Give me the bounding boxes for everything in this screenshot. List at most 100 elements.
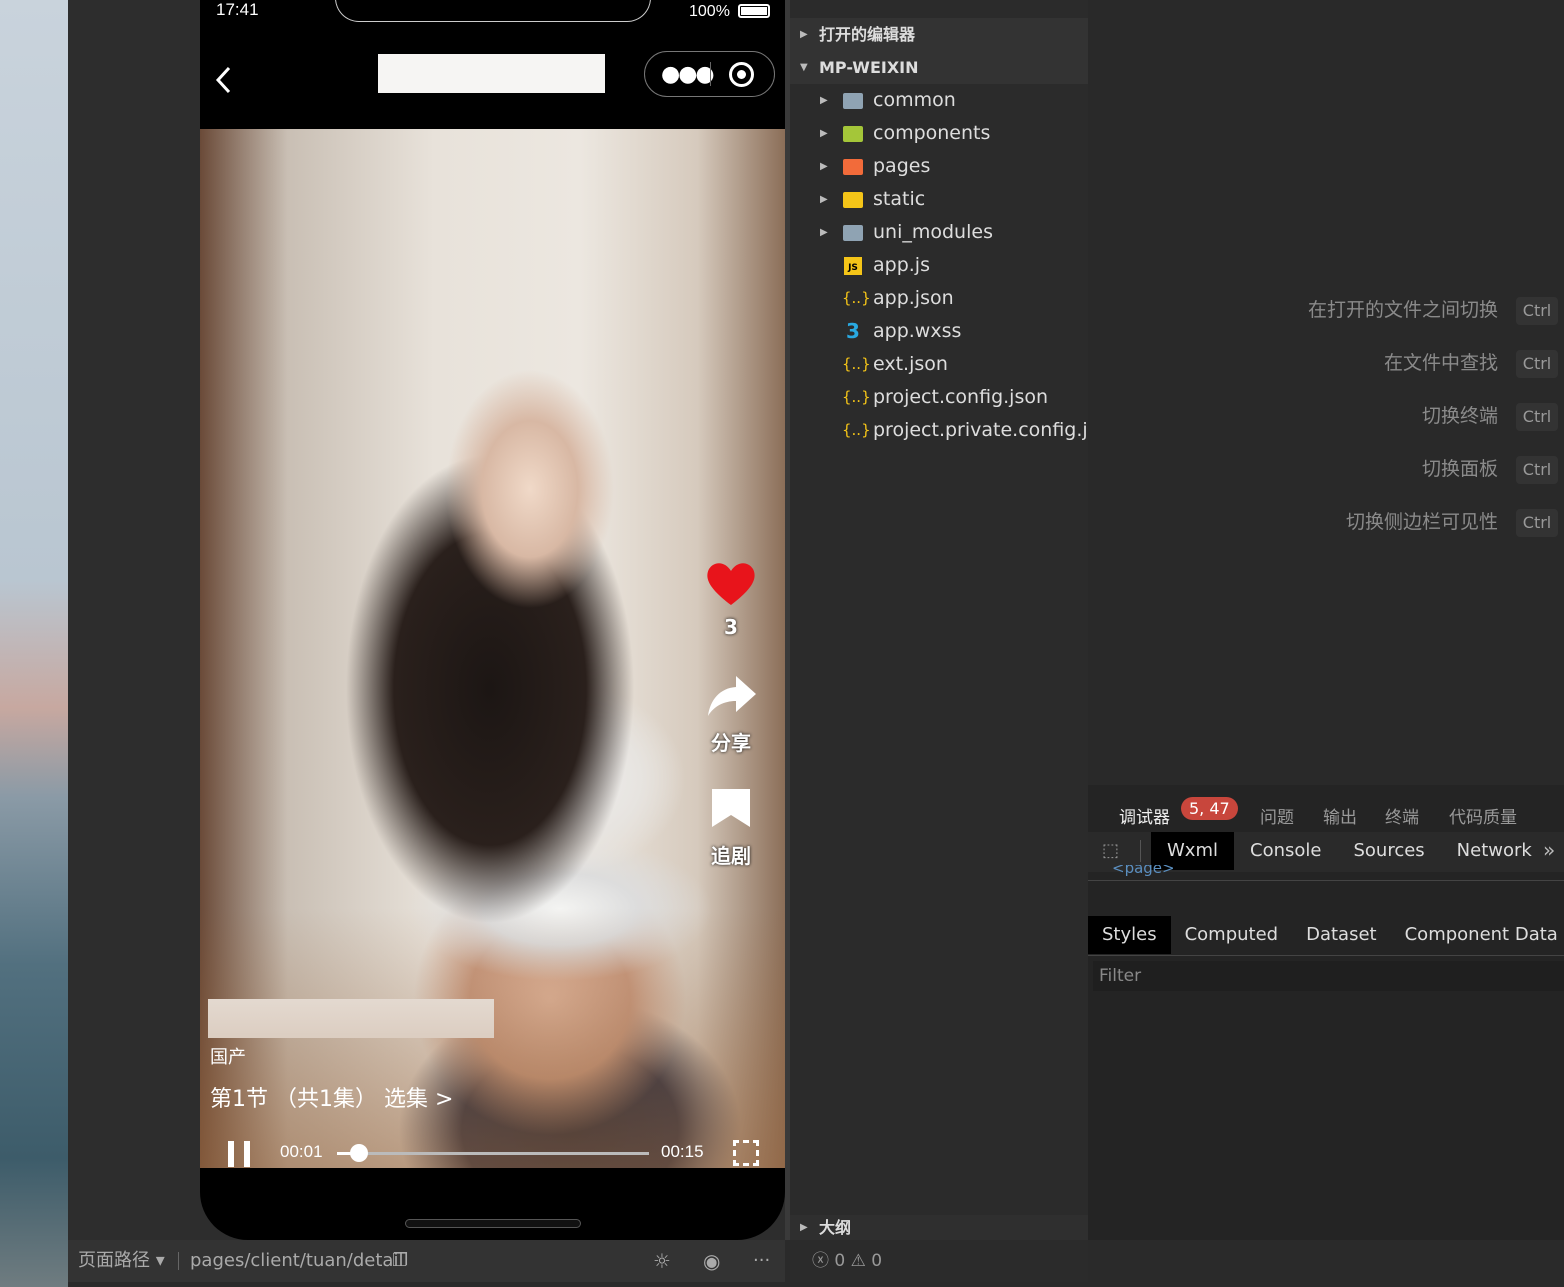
- more-icon[interactable]: ●●●: [661, 62, 715, 87]
- file-tree-item[interactable]: ▶ common: [790, 84, 1088, 117]
- file-tree-item[interactable]: {..} ext.json: [790, 348, 1088, 381]
- style-tab[interactable]: Component Data: [1391, 916, 1564, 954]
- editor-welcome: 在打开的文件之间切换 Ctrl 在文件中查找 Ctrl 切换终端 Ctrl 切换面板 Ctrl…: [1088, 0, 1564, 785]
- file-name: pages: [873, 155, 931, 177]
- home-indicator: [405, 1219, 581, 1228]
- style-tab[interactable]: Computed: [1171, 916, 1293, 954]
- panel-tab[interactable]: Sources: [1337, 832, 1440, 870]
- error-count: 0: [834, 1251, 846, 1271]
- status-time: 17:41: [216, 0, 259, 19]
- file-name: ext.json: [873, 353, 948, 375]
- folder-icon: [842, 84, 864, 117]
- file-tree-item[interactable]: {..} app.json: [790, 282, 1088, 315]
- debug-bug-icon[interactable]: ☼: [653, 1240, 671, 1282]
- progress-slider[interactable]: [337, 1144, 649, 1162]
- simulator-panel: 17:41 100% ●●● 3 分享 追剧 国产 第1节 （共1集） 选集 >…: [68, 0, 785, 1240]
- outline-label: 大纲: [819, 1218, 852, 1237]
- json-file-icon: {..}: [842, 289, 871, 307]
- file-name: project.private.config.js...: [873, 419, 1088, 441]
- file-name: app.json: [873, 287, 954, 309]
- battery-icon: [738, 4, 770, 18]
- shortcut-key: Ctrl: [1516, 403, 1558, 431]
- project-label: MP-WEIXIN: [819, 58, 919, 77]
- copy-icon[interactable]: ❐: [392, 1240, 408, 1282]
- back-icon[interactable]: [214, 66, 232, 94]
- panel-tab[interactable]: Network: [1441, 832, 1548, 870]
- file-tree-item[interactable]: ▶ pages: [790, 150, 1088, 183]
- inspect-element-icon[interactable]: ⬚: [1102, 840, 1119, 861]
- share-icon[interactable]: [706, 674, 758, 718]
- episode-selector[interactable]: 第1节 （共1集） 选集 >: [210, 1081, 453, 1113]
- like-heart-icon[interactable]: [705, 561, 757, 607]
- wxml-node[interactable]: <page>: [1112, 865, 1175, 877]
- project-section[interactable]: ▼ MP-WEIXIN: [790, 51, 1088, 84]
- shortcut-key: Ctrl: [1516, 297, 1558, 325]
- json-file-icon: {..}: [842, 388, 871, 406]
- file-tree-item[interactable]: JS app.js: [790, 249, 1088, 282]
- shortcut-hint-label: 切换终端: [1421, 405, 1498, 427]
- panel-tab[interactable]: Console: [1234, 832, 1337, 870]
- nav-title-redacted: [378, 54, 605, 93]
- style-tab[interactable]: Styles: [1088, 916, 1171, 954]
- folder-icon: [842, 117, 864, 150]
- duration: 00:15: [661, 1142, 704, 1161]
- devtools-tab[interactable]: 代码质量: [1449, 803, 1517, 828]
- simulator-status-bar: 页面路径 ▾ pages/client/tuan/detail ❐ ☼ ◉ ··…: [68, 1240, 785, 1282]
- share-label[interactable]: 分享: [701, 727, 761, 756]
- file-tree-item[interactable]: ▶ static: [790, 183, 1088, 216]
- battery-percent: 100%: [689, 3, 730, 20]
- folder-icon: [842, 150, 864, 183]
- shortcut-hint-label: 在打开的文件之间切换: [1307, 299, 1498, 321]
- warning-count: 0: [871, 1251, 883, 1271]
- page-path-label: 页面路径: [78, 1250, 150, 1271]
- file-name: common: [873, 89, 956, 111]
- file-tree-item[interactable]: {..} project.config.json: [790, 381, 1088, 414]
- folder-icon: [842, 216, 864, 249]
- file-tree-item[interactable]: 3 app.wxss: [790, 315, 1088, 348]
- styles-filter-input[interactable]: Filter: [1093, 961, 1564, 991]
- shortcut-hint-label: 切换侧边栏可见性: [1345, 511, 1498, 533]
- problems-status[interactable]: ⓧ 0 ⚠ 0: [790, 1240, 1088, 1282]
- devtools-panel: 调试器 5, 47 问题 输出 终端 代码质量 ⬚ Wxml Console Sources N…: [1088, 785, 1564, 1240]
- current-time: 00:01: [280, 1142, 323, 1161]
- open-editors-section[interactable]: ▶ 打开的编辑器: [790, 18, 1088, 51]
- style-tab[interactable]: Dataset: [1292, 916, 1391, 954]
- devtools-tab[interactable]: 输出: [1323, 803, 1357, 828]
- eye-icon[interactable]: ◉: [703, 1240, 720, 1282]
- bookmark-icon[interactable]: [710, 787, 752, 829]
- file-tree-item[interactable]: {..}project.private.config.js...: [790, 414, 1088, 447]
- outline-section[interactable]: ▶ 大纲: [790, 1215, 1088, 1240]
- file-name: static: [873, 188, 926, 210]
- capsule-menu: ●●●: [644, 51, 775, 97]
- page-path-dropdown[interactable]: 页面路径 ▾: [78, 1240, 165, 1282]
- pause-icon[interactable]: [228, 1141, 250, 1167]
- json-file-icon: {..}: [842, 421, 871, 439]
- progress-knob[interactable]: [349, 1144, 368, 1162]
- file-tree-item[interactable]: ▶ uni_modules: [790, 216, 1088, 249]
- folder-icon: [842, 183, 864, 216]
- shortcut-hint-label: 切换面板: [1421, 458, 1498, 480]
- page-path: pages/client/tuan/detail: [190, 1250, 404, 1271]
- file-name: components: [873, 122, 991, 144]
- file-tree-item[interactable]: ▶ components: [790, 117, 1088, 150]
- json-file-icon: {..}: [842, 355, 871, 373]
- like-count: 3: [724, 615, 738, 639]
- shortcut-hint-label: 在文件中查找: [1383, 352, 1498, 374]
- file-name: app.js: [873, 254, 930, 276]
- file-name: app.wxss: [873, 320, 962, 342]
- close-miniprogram-icon[interactable]: [729, 62, 754, 87]
- more-options-icon[interactable]: ···: [753, 1240, 770, 1282]
- phone-screen: 17:41 100% ●●● 3 分享 追剧 国产 第1节 （共1集） 选集 >…: [200, 0, 785, 1240]
- shortcut-key: Ctrl: [1516, 456, 1558, 484]
- fullscreen-icon[interactable]: [733, 1140, 759, 1166]
- devtools-tab[interactable]: 问题: [1260, 803, 1294, 828]
- css-file-icon: 3: [846, 319, 860, 343]
- devtools-tab[interactable]: 终端: [1385, 803, 1419, 828]
- follow-label[interactable]: 追剧: [701, 840, 761, 869]
- shortcut-key: Ctrl: [1516, 350, 1558, 378]
- video-player[interactable]: 3 分享 追剧 国产 第1节 （共1集） 选集 > 00:01 00:15: [200, 129, 785, 1168]
- file-name: project.config.json: [873, 386, 1049, 408]
- video-title-redacted: [208, 999, 494, 1038]
- error-badge: 5, 47: [1181, 797, 1238, 820]
- more-panels-icon[interactable]: »: [1543, 838, 1555, 862]
